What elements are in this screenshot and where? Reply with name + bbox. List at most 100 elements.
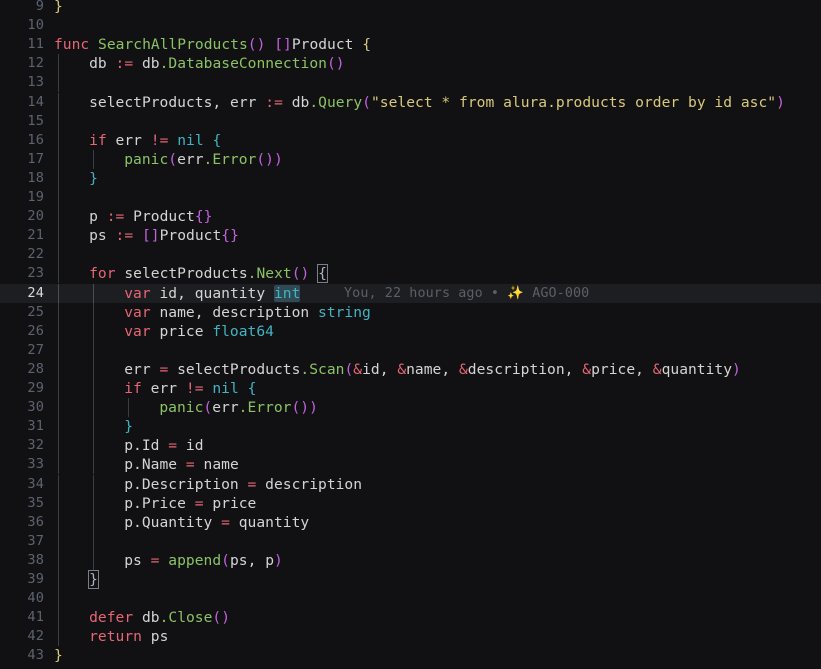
code-line[interactable]: 37 bbox=[0, 531, 821, 551]
token: ) bbox=[300, 265, 310, 283]
code-line[interactable]: 13 bbox=[0, 73, 821, 93]
code-line[interactable]: 42 return ps bbox=[0, 627, 821, 647]
token: err bbox=[230, 93, 257, 111]
token: Price bbox=[141, 494, 186, 512]
code-line[interactable]: 34 p.Description = description bbox=[0, 474, 821, 494]
code-line[interactable]: 25 var name, description string bbox=[0, 302, 821, 322]
code-line[interactable]: 16 if err != nil { bbox=[0, 130, 821, 150]
indent-guide bbox=[93, 493, 94, 513]
token: != bbox=[150, 131, 169, 149]
indent-guide bbox=[58, 474, 59, 494]
code-line[interactable]: 29 if err != nil { bbox=[0, 379, 821, 399]
code-editor[interactable]: 9} 10 11 func SearchAllProducts() []Product… bbox=[0, 0, 821, 669]
token: ( bbox=[221, 551, 230, 569]
token: p bbox=[89, 208, 98, 226]
code-line[interactable]: 14 selectProducts, err := db.Query("selec… bbox=[0, 92, 821, 112]
indent-guide bbox=[93, 436, 94, 456]
code-line[interactable]: 22 bbox=[0, 245, 821, 265]
code-line[interactable]: 10 bbox=[0, 16, 821, 35]
line-number: 26 bbox=[27, 322, 44, 339]
code-line[interactable]: 17 panic(err.Error()) bbox=[0, 149, 821, 169]
token: ) bbox=[776, 93, 785, 111]
indent-guide bbox=[93, 340, 94, 360]
code-line[interactable]: 9} bbox=[0, 0, 821, 16]
token: id bbox=[185, 437, 204, 455]
token: price bbox=[212, 494, 257, 512]
code-line[interactable]: 44 bbox=[0, 666, 821, 669]
token: func bbox=[54, 36, 90, 54]
indent-guide bbox=[58, 398, 59, 418]
code-line[interactable]: 19 bbox=[0, 188, 821, 208]
code-line[interactable]: 27 bbox=[0, 340, 821, 360]
token: var bbox=[124, 322, 151, 340]
token: != bbox=[185, 380, 204, 397]
code-line[interactable]: 21 ps := []Product{} bbox=[0, 226, 821, 246]
git-blame-annotation[interactable]: You, 22 hours ago • ✨ AGO-000 bbox=[344, 284, 589, 303]
line-number: 18 bbox=[27, 169, 44, 186]
token: , bbox=[247, 551, 266, 569]
token: ps bbox=[229, 551, 248, 569]
token: string bbox=[318, 303, 371, 321]
token: selectProducts bbox=[177, 360, 301, 378]
code-text: p.Id = id bbox=[124, 436, 203, 455]
indent-guide bbox=[58, 130, 59, 150]
line-number: 24 bbox=[27, 284, 44, 301]
token: } bbox=[89, 169, 98, 187]
code-line[interactable]: 31} bbox=[0, 417, 821, 437]
code-line[interactable]: 28 err = selectProducts.Scan(&id, &name, … bbox=[0, 359, 821, 379]
token: Error bbox=[212, 150, 257, 168]
indent-guide bbox=[93, 149, 94, 169]
token: } bbox=[54, 647, 63, 665]
code-line-active[interactable]: 24 var id, quantity int You, 22 hours ago … bbox=[0, 283, 821, 303]
token: name bbox=[159, 303, 195, 321]
token: p bbox=[124, 456, 134, 474]
token: = bbox=[194, 494, 204, 512]
token: , bbox=[564, 360, 583, 378]
code-line[interactable]: 39} bbox=[0, 570, 821, 590]
token: description bbox=[265, 475, 363, 493]
line-number: 16 bbox=[27, 131, 44, 148]
token: . bbox=[133, 513, 142, 531]
token: Product bbox=[159, 227, 222, 245]
token: , bbox=[212, 93, 231, 111]
token: = bbox=[221, 513, 230, 531]
code-line[interactable]: 38 ps = append(ps, p) bbox=[0, 550, 821, 570]
token: DatabaseConnection bbox=[168, 55, 327, 73]
token: , bbox=[177, 284, 195, 302]
token: = bbox=[159, 360, 169, 378]
indent-guide bbox=[93, 302, 94, 322]
blame-reference[interactable]: AGO-000 bbox=[532, 286, 589, 301]
indent-guide bbox=[58, 608, 59, 628]
code-line[interactable]: 30 panic(err.Error()) bbox=[0, 398, 821, 418]
code-line[interactable]: 35 p.Price = price bbox=[0, 493, 821, 513]
token: ps bbox=[89, 227, 107, 245]
code-line[interactable]: 23 for selectProducts.Next() { bbox=[0, 264, 821, 284]
line-number: 29 bbox=[27, 380, 44, 396]
code-line[interactable]: 40 bbox=[0, 589, 821, 609]
token: for bbox=[89, 265, 116, 283]
code-line[interactable]: 11 func SearchAllProducts() []Product { bbox=[0, 35, 821, 54]
code-line[interactable]: 33 p.Name = name bbox=[0, 455, 821, 475]
token: { bbox=[317, 264, 328, 284]
code-line[interactable]: 41 defer db.Close() bbox=[0, 608, 821, 628]
code-line[interactable]: 20 p := Product{} bbox=[0, 207, 821, 227]
code-line[interactable]: 15 bbox=[0, 111, 821, 131]
indent-guide bbox=[93, 550, 94, 570]
indent-guide bbox=[58, 168, 59, 188]
code-line[interactable]: 26 var price float64 bbox=[0, 321, 821, 341]
code-line[interactable]: 32 p.Id = id bbox=[0, 436, 821, 456]
code-line[interactable]: 18} bbox=[0, 168, 821, 188]
token: nil bbox=[212, 380, 239, 397]
code-line[interactable]: 43} bbox=[0, 646, 821, 665]
indent-guide bbox=[58, 455, 59, 475]
code-line[interactable]: 36 p.Quantity = quantity bbox=[0, 512, 821, 532]
token: ps bbox=[150, 628, 169, 646]
code-text: } bbox=[88, 570, 99, 589]
code-line[interactable]: 12 db := db.DatabaseConnection() bbox=[0, 54, 821, 74]
code-text: p.Price = price bbox=[124, 494, 256, 513]
token: ) bbox=[221, 609, 231, 627]
